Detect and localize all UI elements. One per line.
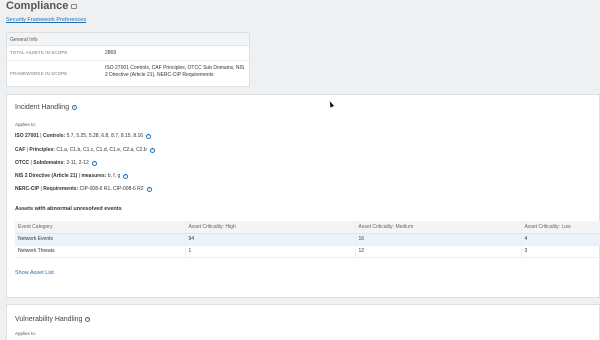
info-icon[interactable]: i bbox=[91, 160, 97, 166]
framework-items: b, f, g bbox=[107, 173, 121, 179]
security-framework-preferences-link[interactable]: Security Framework Preferences bbox=[6, 17, 86, 23]
framework-name: CAF bbox=[15, 147, 26, 153]
column-header[interactable]: Event Category bbox=[15, 221, 185, 234]
monitor-icon bbox=[71, 3, 78, 9]
framework-items: CIP-008-6 R1, CIP-008-6 R2 bbox=[79, 186, 144, 192]
framework-name: ISO 27001 bbox=[15, 133, 39, 139]
framework-label: Requirements: bbox=[43, 186, 79, 192]
framework-line-nerc: NERC-CIP | Requirements: CIP-008-6 R1, C… bbox=[15, 186, 152, 192]
info-icon[interactable]: i bbox=[149, 147, 155, 153]
framework-items: 2-11, 2-12 bbox=[66, 160, 89, 166]
column-header[interactable]: Asset Criticality: High bbox=[184, 221, 355, 234]
framework-line-iso: ISO 27001 | Controls: 5.7, 5.25, 5.28, 6… bbox=[15, 133, 152, 139]
vulnerability-handling-title-text: Vulnerability Handling bbox=[15, 316, 83, 323]
abnormal-events-title: Assets with abnormal unresolved events bbox=[15, 206, 122, 212]
incident-handling-title-text: Incident Handling bbox=[15, 104, 70, 111]
framework-items: C1.a, C1.b, C1.c, C1.d, C1.e, C2.a, C2.b bbox=[56, 147, 147, 153]
framework-label: Controls: bbox=[42, 133, 66, 139]
framework-label: measures: bbox=[81, 173, 107, 179]
table-row[interactable]: Network Events 94 16 4 bbox=[15, 233, 600, 246]
general-info-row: TOTAL ASSETS IN SCOPE 2869 bbox=[7, 46, 249, 61]
info-icon[interactable]: i bbox=[85, 317, 91, 322]
page-title: Compliance bbox=[6, 0, 78, 12]
table-cell[interactable]: 12 bbox=[354, 245, 521, 258]
general-info-header: General Info bbox=[7, 33, 249, 46]
column-header[interactable]: Asset Criticality: Low bbox=[520, 221, 600, 234]
info-icon[interactable]: i bbox=[146, 133, 152, 139]
info-icon[interactable]: i bbox=[123, 173, 129, 179]
frameworks-label: FRAMEWORKS IN SCOPE bbox=[10, 71, 68, 76]
framework-name: OTCC bbox=[15, 160, 30, 166]
info-icon[interactable]: i bbox=[72, 105, 78, 110]
incident-handling-title: Incident Handling i bbox=[15, 104, 78, 111]
show-asset-list-link[interactable]: Show Asset List bbox=[15, 270, 54, 276]
table-cell: Network Threats bbox=[15, 245, 185, 258]
abnormal-events-table: Event Category Asset Criticality: High A… bbox=[15, 221, 600, 258]
framework-label: Principles: bbox=[29, 147, 55, 153]
applies-to-label: Applies to: bbox=[15, 331, 37, 336]
total-assets-value: 2869 bbox=[105, 50, 117, 56]
applies-to-label: Applies to: bbox=[15, 122, 37, 127]
framework-label: Subdomains: bbox=[33, 160, 65, 166]
frameworks-value: ISO 27001 Controls, CAF Principles, OTCC… bbox=[105, 65, 245, 78]
framework-line-nis2: NIS 2 Directive (Article 21) | measures:… bbox=[15, 173, 129, 179]
page-title-text: Compliance bbox=[6, 0, 69, 12]
general-info-row: FRAMEWORKS IN SCOPE ISO 27001 Controls, … bbox=[7, 61, 249, 87]
incident-handling-card: Incident Handling i Applies to: ISO 2700… bbox=[6, 94, 600, 298]
table-cell: Network Events bbox=[15, 233, 185, 246]
column-header[interactable]: Asset Criticality: Medium bbox=[354, 221, 521, 234]
table-cell[interactable]: 4 bbox=[520, 233, 600, 246]
framework-items: 5.7, 5.25, 5.28, 6.8, 8.7, 8.15, 8.16 bbox=[66, 133, 144, 139]
framework-name: NIS 2 Directive (Article 21) bbox=[15, 173, 78, 179]
vulnerability-handling-card: Vulnerability Handling i Applies to: bbox=[6, 304, 600, 340]
vulnerability-handling-title: Vulnerability Handling i bbox=[15, 316, 91, 323]
table-cell[interactable]: 94 bbox=[184, 233, 355, 246]
table-cell[interactable]: 1 bbox=[184, 245, 355, 258]
framework-name: NERC-CIP bbox=[15, 186, 40, 192]
table-header-row: Event Category Asset Criticality: High A… bbox=[15, 221, 600, 234]
general-info-card: General Info TOTAL ASSETS IN SCOPE 2869 … bbox=[6, 32, 250, 87]
framework-line-caf: CAF | Principles: C1.a, C1.b, C1.c, C1.d… bbox=[15, 147, 155, 153]
table-cell[interactable]: 16 bbox=[354, 233, 521, 246]
framework-line-otcc: OTCC | Subdomains: 2-11, 2-12 i bbox=[15, 160, 97, 166]
table-row[interactable]: Network Threats 1 12 3 bbox=[15, 245, 600, 258]
table-cell[interactable]: 3 bbox=[520, 245, 600, 258]
info-icon[interactable]: i bbox=[146, 186, 152, 192]
total-assets-label: TOTAL ASSETS IN SCOPE bbox=[10, 50, 68, 55]
